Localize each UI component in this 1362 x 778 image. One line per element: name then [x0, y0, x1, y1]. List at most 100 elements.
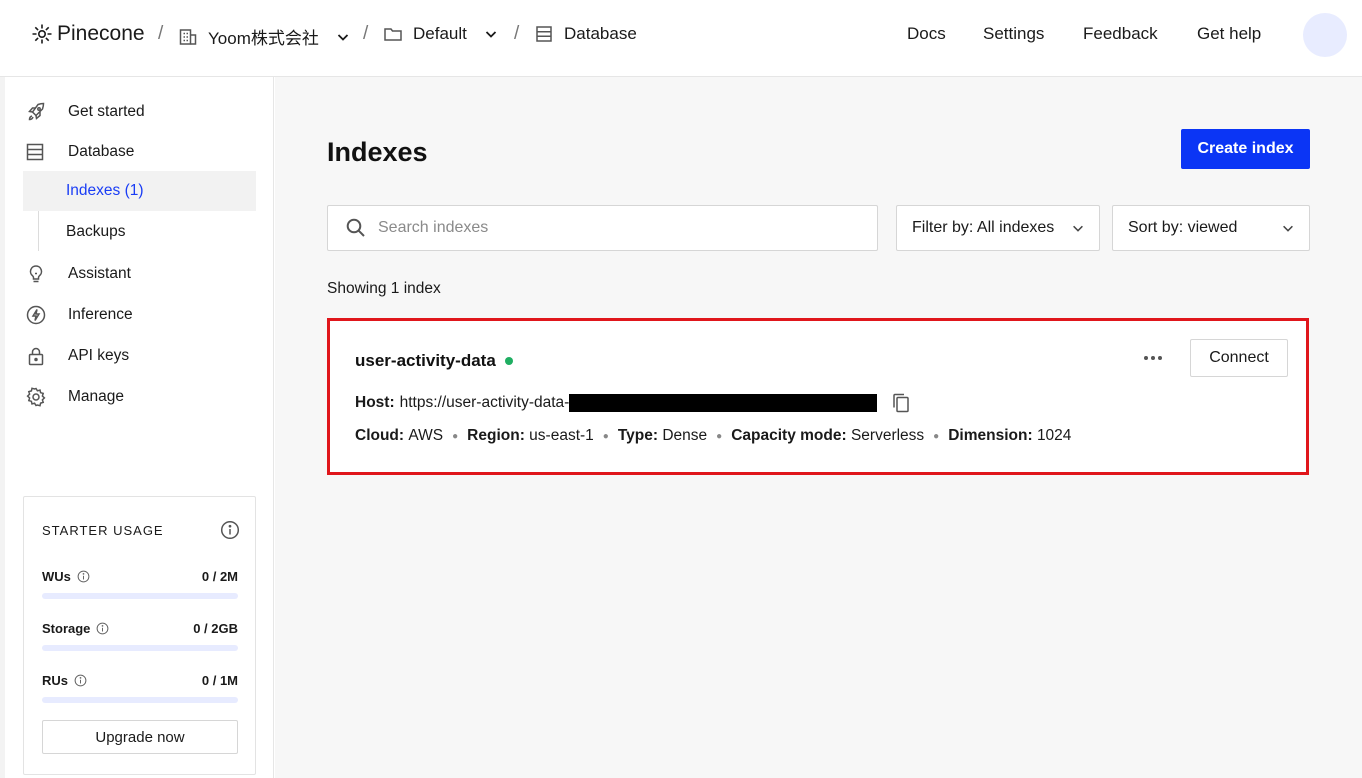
database-icon: [25, 142, 55, 162]
filter-select[interactable]: Filter by: All indexes: [896, 205, 1100, 251]
bolt-icon: [25, 304, 55, 326]
more-options-icon[interactable]: [1141, 347, 1165, 369]
org-name: Yoom株式会社: [208, 29, 319, 48]
sidebar: Get started Database Indexes (1) Backups…: [5, 77, 274, 778]
filter-label: Filter by: All indexes: [912, 219, 1055, 236]
project-name: Default: [413, 24, 467, 43]
sidebar-item-label: Manage: [68, 388, 125, 405]
sort-select[interactable]: Sort by: viewed: [1112, 205, 1310, 251]
avatar[interactable]: [1303, 13, 1347, 57]
copy-icon[interactable]: [891, 392, 911, 414]
sidebar-item-label: Database: [68, 143, 135, 160]
create-index-button[interactable]: Create index: [1181, 129, 1310, 169]
lightbulb-icon: [25, 263, 55, 285]
capacity-label: Capacity mode:: [731, 427, 847, 444]
section-name: Database: [564, 24, 637, 43]
lock-icon: [25, 345, 55, 367]
redacted-block: [569, 394, 878, 412]
usage-progress-bar: [42, 645, 238, 651]
index-name[interactable]: user-activity-data: [355, 351, 513, 371]
chevron-down-icon: [485, 31, 497, 38]
breadcrumb-org[interactable]: Yoom株式会社: [178, 24, 351, 49]
separator-dot: ●: [933, 430, 940, 442]
search-icon: [346, 218, 365, 237]
get-help-link[interactable]: Get help: [1197, 24, 1261, 44]
index-metadata: Cloud: AWS ● Region: us-east-1 ● Type: D…: [355, 427, 1071, 445]
cloud-label: Cloud:: [355, 427, 405, 444]
sidebar-item-indexes[interactable]: Indexes (1): [23, 171, 256, 211]
usage-value: 0 / 2M: [201, 569, 238, 584]
sidebar-item-manage[interactable]: Manage: [23, 377, 256, 417]
separator-dot: ●: [602, 430, 609, 442]
sidebar-item-inference[interactable]: Inference: [23, 295, 256, 335]
sidebar-item-label: Assistant: [68, 265, 131, 282]
host-label: Host:: [355, 394, 395, 411]
usage-label: RUs: [42, 673, 69, 688]
gear-icon: [25, 386, 55, 408]
type-label: Type:: [617, 427, 659, 444]
chevron-down-icon: [1073, 225, 1083, 232]
sidebar-item-label: Get started: [68, 103, 145, 120]
sidebar-item-database[interactable]: Database: [23, 132, 256, 172]
usage-row-wus: WUs 0 / 2M: [42, 569, 238, 599]
info-icon[interactable]: [96, 622, 109, 635]
usage-row-rus: RUs 0 / 1M: [42, 673, 238, 703]
chevron-down-icon: [337, 33, 348, 41]
docs-link[interactable]: Docs: [907, 24, 946, 44]
connect-button[interactable]: Connect: [1190, 339, 1288, 377]
breadcrumb-separator: /: [514, 23, 520, 44]
region-value: us-east-1: [529, 427, 594, 444]
usage-label: Storage: [42, 621, 91, 636]
top-bar: Pinecone / Yoom株式会社 / Default / Database…: [0, 0, 1362, 77]
results-count: Showing 1 index: [327, 280, 441, 297]
brand-name: Pinecone: [57, 22, 145, 45]
page-title: Indexes: [327, 137, 428, 167]
cloud-value: AWS: [408, 427, 444, 444]
info-icon[interactable]: [74, 674, 87, 687]
settings-link[interactable]: Settings: [983, 24, 1044, 44]
usage-row-storage: Storage 0 / 2GB: [42, 621, 238, 651]
usage-value: 0 / 2GB: [193, 621, 238, 636]
dimension-value: 1024: [1036, 427, 1072, 444]
breadcrumb-separator: /: [158, 23, 164, 44]
index-host: Host: https://user-activity-data-: [355, 392, 911, 414]
capacity-value: Serverless: [850, 427, 925, 444]
dimension-label: Dimension:: [948, 427, 1033, 444]
usage-title: STARTER USAGE: [42, 523, 164, 538]
sidebar-item-api-keys[interactable]: API keys: [23, 336, 256, 376]
search-box[interactable]: [327, 205, 878, 251]
breadcrumb-separator: /: [363, 23, 369, 44]
index-card[interactable]: user-activity-data Connect Host: https:/…: [327, 318, 1309, 475]
sidebar-item-assistant[interactable]: Assistant: [23, 254, 256, 294]
sidebar-item-backups[interactable]: Backups: [23, 212, 256, 252]
usage-progress-bar: [42, 593, 238, 599]
chevron-down-icon: [1283, 225, 1293, 232]
info-icon[interactable]: [77, 570, 90, 583]
upgrade-now-button[interactable]: Upgrade now: [42, 720, 238, 754]
usage-value: 0 / 1M: [201, 673, 238, 688]
search-input[interactable]: [378, 219, 858, 237]
usage-label: WUs: [42, 569, 71, 584]
status-dot: [504, 357, 513, 365]
pinecone-logo-icon: [32, 24, 52, 44]
separator-dot: ●: [716, 430, 723, 442]
separator-dot: ●: [452, 430, 459, 442]
database-icon: [536, 26, 552, 42]
info-icon[interactable]: [220, 520, 240, 545]
sidebar-item-label: Inference: [68, 306, 133, 323]
sidebar-item-get-started[interactable]: Get started: [23, 92, 256, 132]
starter-usage-panel: STARTER USAGE WUs 0 / 2M Storage 0 / 2GB…: [23, 496, 256, 775]
sidebar-item-label: API keys: [68, 347, 130, 364]
breadcrumb-section[interactable]: Database: [534, 24, 637, 44]
type-value: Dense: [662, 427, 708, 444]
folder-icon: [384, 28, 402, 41]
main-content: Indexes Create index Filter by: All inde…: [275, 77, 1362, 778]
pinecone-logo[interactable]: Pinecone: [31, 22, 145, 46]
building-icon: [179, 28, 197, 45]
breadcrumb-project[interactable]: Default: [383, 24, 499, 44]
feedback-link[interactable]: Feedback: [1083, 24, 1158, 44]
index-name-text: user-activity-data: [355, 351, 496, 370]
region-label: Region:: [467, 427, 525, 444]
host-value: https://user-activity-data-: [399, 394, 570, 411]
usage-progress-bar: [42, 697, 238, 703]
